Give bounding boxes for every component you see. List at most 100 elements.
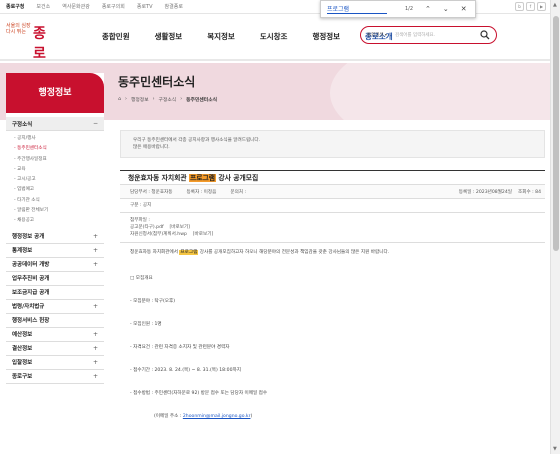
nav-civil[interactable]: 종합민원 xyxy=(102,31,130,42)
meta-views: 조회수 : 84 xyxy=(518,189,541,195)
side-sub-item[interactable]: 알림판 전체보기 xyxy=(14,206,104,216)
banner-decoration xyxy=(330,63,550,120)
home-icon[interactable]: ⌂ xyxy=(118,97,121,102)
search-scope-select[interactable]: 통합검색 xyxy=(367,32,395,38)
search-box: 통합검색 검색어를 입력하세요. xyxy=(360,26,497,44)
side-section-news[interactable]: 구정소식 − xyxy=(6,117,104,131)
page-scrollbar[interactable]: ▲ ▼ xyxy=(550,0,560,454)
side-sub-item[interactable]: 고시/공고 xyxy=(14,175,104,185)
scroll-thumb[interactable] xyxy=(553,16,559,251)
find-bar: 프로그램 1/2 ⌃ ⌄ ✕ xyxy=(320,0,476,18)
nav-life[interactable]: 생활정보 xyxy=(155,31,183,42)
find-prev-icon[interactable]: ⌃ xyxy=(425,5,431,13)
breadcrumb-sep: › xyxy=(125,97,127,102)
breadcrumb-item[interactable]: 구정소식 xyxy=(159,96,177,103)
side-sub-item[interactable]: 교육 xyxy=(14,165,104,175)
util-link-jongno[interactable]: 종로구청 xyxy=(6,3,24,10)
side-section[interactable]: 통계정보 + xyxy=(6,244,104,258)
side-sub-item[interactable]: 입법예고 xyxy=(14,185,104,195)
side-section-label: 종로구보 xyxy=(12,374,33,381)
side-sub-item-active[interactable]: 동주민센터소식 xyxy=(14,144,104,154)
breadcrumb-sep: › xyxy=(180,97,183,102)
meta-dept: 담당부서 : 청운효자동 xyxy=(130,189,173,195)
site-header: 서울의 심장 다시 뛰는 종로 종합민원 생활정보 복지정보 도시창조 행정정보… xyxy=(0,15,550,62)
search-icon[interactable] xyxy=(480,30,490,40)
side-section[interactable]: 입찰정보 + xyxy=(6,356,104,370)
side-section[interactable]: 행정정보 공개 + xyxy=(6,230,104,244)
post-title: 청운효자동 자치회관 프로그램 강사 공개모집 xyxy=(120,171,545,185)
collapse-icon: − xyxy=(92,120,98,127)
side-section[interactable]: 보조금지급 공개 xyxy=(6,286,104,300)
side-section-label: 행정서비스 헌장 xyxy=(12,318,50,325)
side-section[interactable]: 결산정보 + xyxy=(6,342,104,356)
side-section-label: 예산정보 xyxy=(12,332,33,339)
side-section[interactable]: 예산정보 + xyxy=(6,328,104,342)
body-text: 강사를 공개모집하고자 하오니 해당분야의 전문성과 책임감을 갖춘 강사님들의… xyxy=(198,250,390,255)
scroll-up-icon[interactable]: ▲ xyxy=(553,2,557,8)
side-section-label: 결산정보 xyxy=(12,346,33,353)
find-next-icon[interactable]: ⌄ xyxy=(443,5,449,13)
breadcrumb-item[interactable]: 행정정보 xyxy=(131,96,149,103)
social-links: b f ▶ xyxy=(515,2,546,11)
attachment-link[interactable]: 자원신청서(첨부)계획서.hwp xyxy=(130,232,187,237)
breadcrumb-sep: › xyxy=(152,97,155,102)
side-section-label: 입찰정보 xyxy=(12,360,33,367)
body-lead: 청운효자동 자치회관에서 프로그램 강사를 공개모집하고자 하오니 해당분야의 … xyxy=(130,249,545,255)
side-nav-title: 행정정보 xyxy=(6,73,104,113)
side-section[interactable]: 종로구보 + xyxy=(6,370,104,384)
body-line: - 접수기간 : 2023. 8. 24.(목) ~ 8. 31.(목) 18:… xyxy=(130,368,241,373)
facebook-icon[interactable]: f xyxy=(526,2,535,11)
site-logo[interactable]: 서울의 심장 다시 뛰는 종로 xyxy=(6,23,46,62)
nav-city[interactable]: 도시창조 xyxy=(260,31,288,42)
attachment-link[interactable]: 공고문(타구).pdf xyxy=(130,225,164,230)
body-line: - 모집인원 : 1명 xyxy=(130,322,162,327)
side-section[interactable]: 공공데이터 개방 + xyxy=(6,258,104,272)
side-sub-item[interactable]: 타기관 소식 xyxy=(14,196,104,206)
find-count: 1/2 xyxy=(405,6,414,12)
body-line: □ 모집개요 xyxy=(130,276,153,281)
nav-welfare[interactable]: 복지정보 xyxy=(207,31,235,42)
expand-icon: + xyxy=(92,246,98,254)
side-section-label: 행정정보 공개 xyxy=(12,234,45,241)
util-link-tv[interactable]: 종로TV xyxy=(137,3,153,10)
logo-slogan-2: 다시 뛰는 xyxy=(6,29,26,35)
side-sub-item[interactable]: 주간행사일정표 xyxy=(14,155,104,165)
post-view: 청운효자동 자치회관 프로그램 강사 공개모집 담당부서 : 청운효자동 등록자… xyxy=(120,170,545,419)
util-link-participate[interactable]: 참결종로 xyxy=(165,3,183,10)
attachment-row: 공고문(타구).pdf [바로보기] xyxy=(130,224,545,231)
find-input[interactable]: 프로그램 xyxy=(327,4,387,14)
post-category: 구분 : 공지 xyxy=(120,199,545,213)
util-link-health[interactable]: 보건소 xyxy=(36,3,50,10)
expand-icon: + xyxy=(92,330,98,338)
side-section[interactable]: 행정서비스 헌장 xyxy=(6,314,104,328)
email-link[interactable]: 2hoonmin@mail.jongno.go.kr xyxy=(183,414,251,419)
post-title-text: 청운효자동 자치회관 xyxy=(128,174,190,182)
util-link-council[interactable]: 종로구의회 xyxy=(102,3,125,10)
post-title-text: 강사 공개모집 xyxy=(216,174,259,182)
blog-icon[interactable]: b xyxy=(515,2,524,11)
email-close: ) xyxy=(250,414,253,419)
view-button[interactable]: [바로보기] xyxy=(169,225,190,230)
post-body: 청운효자동 자치회관에서 프로그램 강사를 공개모집하고자 하오니 해당분야의 … xyxy=(120,243,545,419)
side-section[interactable]: 업무추진비 공개 xyxy=(6,272,104,286)
nav-admin[interactable]: 행정정보 xyxy=(312,31,340,42)
side-sub-list: 공지/행사 동주민센터소식 주간행사일정표 교육 고시/공고 입법예고 타기관 … xyxy=(6,131,104,230)
youtube-icon[interactable]: ▶ xyxy=(537,2,546,11)
main-content: 우리구 동주민센터에서 각종 공지사항과 행사소식을 알려드립니다. 많은 애용… xyxy=(120,130,545,419)
scroll-down-icon[interactable]: ▼ xyxy=(553,446,557,452)
find-highlight-current: 프로그램 xyxy=(189,174,217,182)
meta-phone: 문의처 : xyxy=(230,189,247,195)
side-sub-item[interactable]: 공지/행사 xyxy=(14,134,104,144)
body-text: 청운효자동 자치회관에서 xyxy=(130,250,180,255)
util-link-culture[interactable]: 역사문화관광 xyxy=(62,3,90,10)
expand-icon: + xyxy=(92,260,98,268)
body-line: - 접수방법 : 주민센터(자하문로 92) 방문 접수 또는 담당자 이메일 … xyxy=(130,391,268,396)
post-meta: 담당부서 : 청운효자동 등록자 : 이정음 문의처 : 등록일 : 2023년… xyxy=(120,185,545,199)
side-nav: 행정정보 구정소식 − 공지/행사 동주민센터소식 주간행사일정표 교육 고시/… xyxy=(6,73,104,454)
expand-icon: + xyxy=(92,232,98,240)
side-section[interactable]: 법령/자치법규 + xyxy=(6,300,104,314)
view-button[interactable]: [바로보기] xyxy=(193,232,214,237)
side-sub-item[interactable]: 채용공고 xyxy=(14,216,104,226)
search-input[interactable]: 검색어를 입력하세요. xyxy=(395,32,480,38)
find-close-icon[interactable]: ✕ xyxy=(461,5,467,13)
